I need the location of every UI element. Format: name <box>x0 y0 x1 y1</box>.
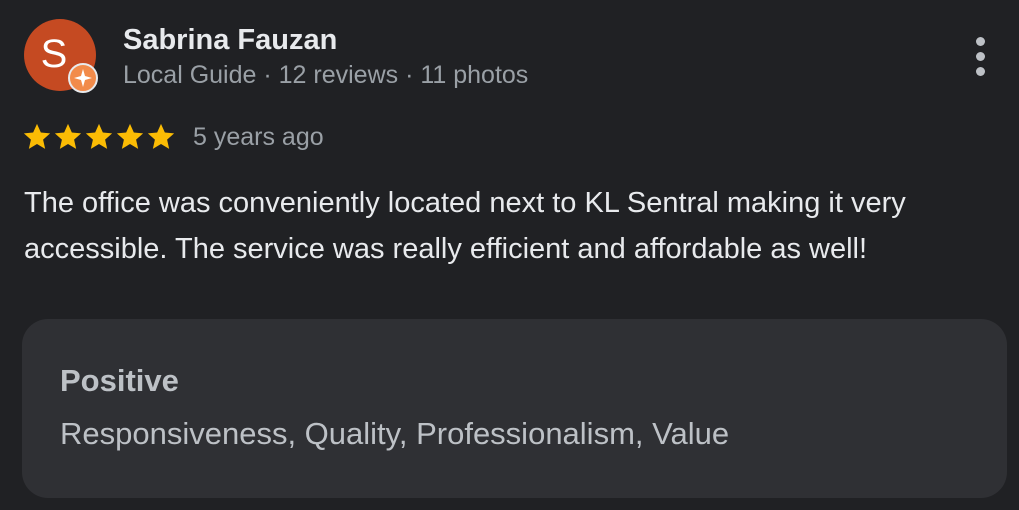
review-date: 5 years ago <box>193 122 324 151</box>
avatar-initial: S <box>40 32 68 76</box>
rating-row: 5 years ago <box>22 120 324 154</box>
summary-values: Responsiveness, Quality, Professionalism… <box>60 416 730 451</box>
review-text: The office was conveniently located next… <box>24 187 906 265</box>
local-guide-badge-icon <box>68 63 98 93</box>
star-icon <box>84 122 114 152</box>
review-summary-card: Positive Responsiveness, Quality, Profes… <box>22 319 1007 498</box>
author-meta: Local Guide · 12 reviews · 11 photos <box>123 61 529 89</box>
author-name[interactable]: Sabrina Fauzan <box>123 24 337 57</box>
review-card: S Sabrina Fauzan Local Guide · 12 review… <box>0 0 1019 510</box>
star-rating <box>22 122 176 152</box>
more-vertical-icon <box>975 36 985 46</box>
star-icon <box>146 122 176 152</box>
more-options-button[interactable] <box>962 34 998 78</box>
more-vertical-icon-dot <box>975 51 985 61</box>
summary-heading: Positive <box>60 363 179 398</box>
star-icon <box>22 122 52 152</box>
star-icon <box>115 122 145 152</box>
sparkle-icon <box>74 69 92 87</box>
star-icon <box>53 122 83 152</box>
more-vertical-icon-dot <box>975 66 985 76</box>
author-avatar[interactable]: S <box>24 19 98 93</box>
